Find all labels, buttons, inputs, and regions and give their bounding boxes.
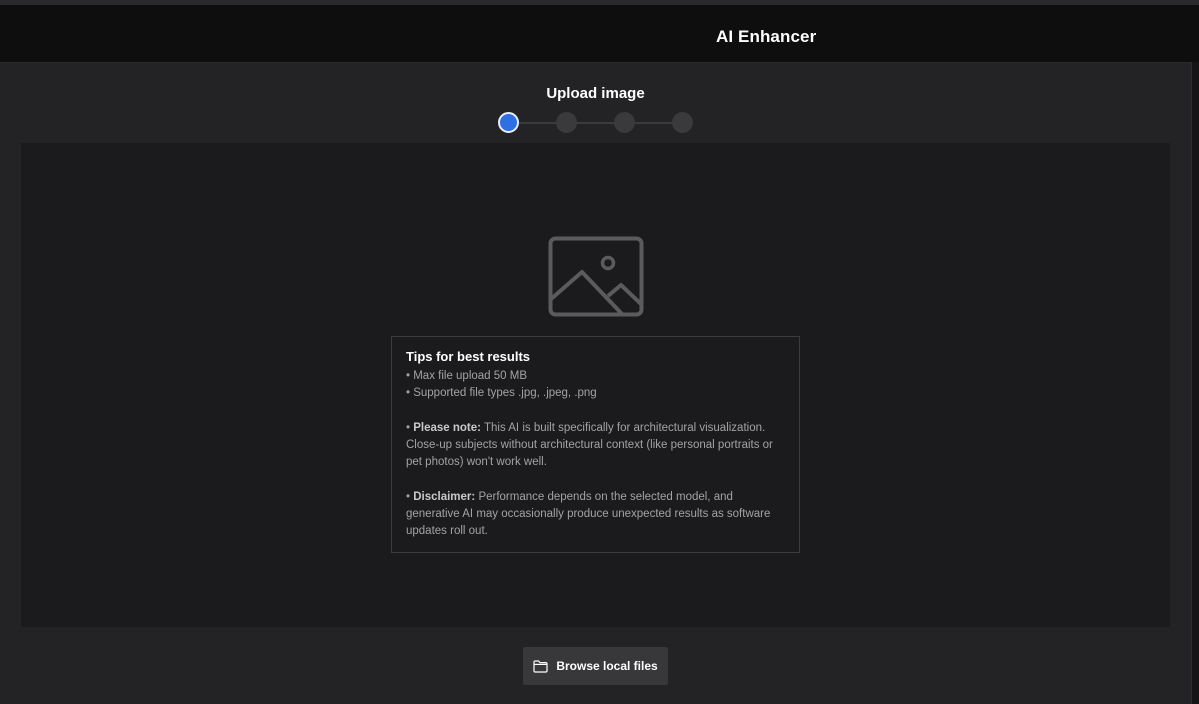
step-4-dot (672, 112, 693, 133)
step-connector (518, 122, 678, 124)
upload-panel: Upload image Tips for best results • Max… (0, 62, 1191, 704)
folder-icon (533, 659, 548, 673)
tips-title: Tips for best results (406, 349, 531, 364)
step-3-dot (614, 112, 635, 133)
note-label: Please note: (413, 422, 481, 434)
disclaimer-label: Disclaimer: (413, 491, 476, 503)
tip-please-note: • Please note: This AI is built specific… (406, 420, 785, 471)
image-dropzone[interactable]: Tips for best results • Max file upload … (21, 143, 1170, 627)
step-title: Upload image (546, 85, 645, 102)
browse-local-files-button[interactable]: Browse local files (523, 647, 668, 685)
tips-box: Tips for best results • Max file upload … (391, 336, 800, 553)
tip-disclaimer: • Disclaimer: Performance depends on the… (406, 489, 785, 540)
step-2-dot (556, 112, 577, 133)
progress-stepper (498, 112, 694, 134)
app-header: AI Enhancer (0, 5, 1199, 62)
app-title: AI Enhancer (716, 27, 817, 46)
step-1-dot (498, 112, 519, 133)
tip-max-upload: • Max file upload 50 MB (406, 370, 528, 382)
scroll-edge (1191, 62, 1199, 704)
image-placeholder-icon (548, 236, 644, 317)
tip-file-types: • Supported file types .jpg, .jpeg, .png (406, 387, 597, 399)
browse-label: Browse local files (556, 659, 658, 673)
